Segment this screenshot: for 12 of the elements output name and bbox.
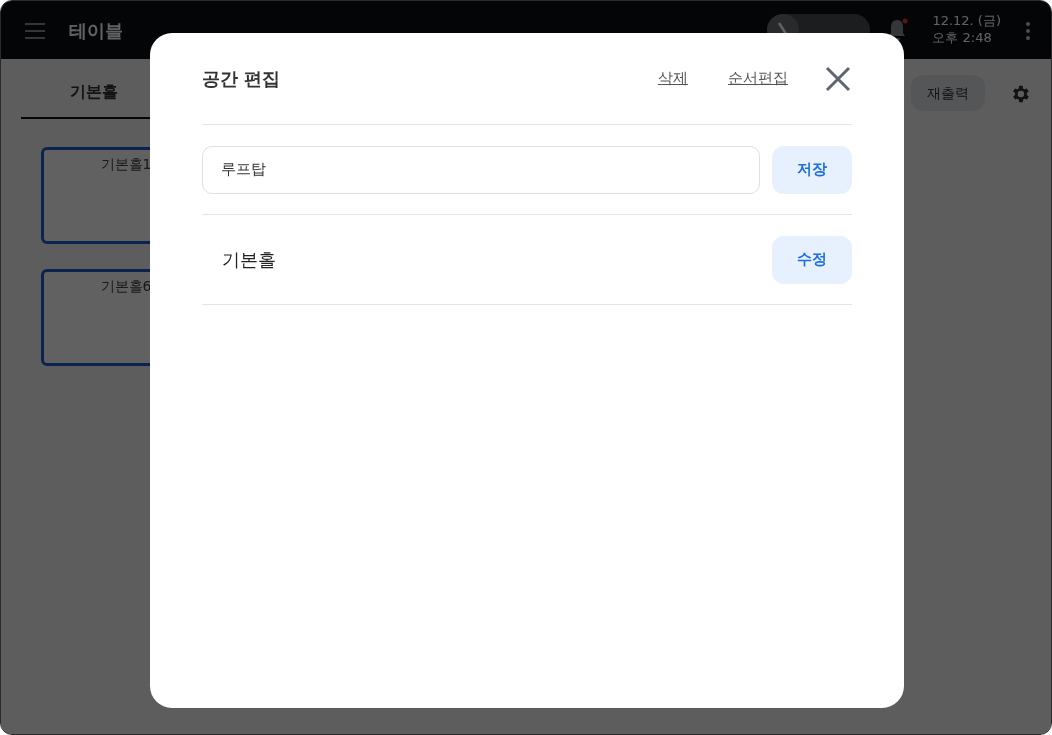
time-text: 오후 2:48 <box>932 30 993 47</box>
nav-tab[interactable]: 테이블 <box>69 15 123 45</box>
area-name-field[interactable]: 루프탑 <box>202 145 760 194</box>
area-name: 기본홀 <box>221 248 277 272</box>
edit-button[interactable]: 수정 <box>772 235 852 284</box>
close-icon[interactable] <box>824 64 852 93</box>
date-text: 12.12. (금) <box>932 13 1001 30</box>
action-link[interactable]: 삭제 <box>658 67 688 90</box>
modal-title: 공간 편집 <box>202 67 281 91</box>
save-button[interactable]: 저장 <box>772 145 852 194</box>
action-link[interactable]: 순서편집 <box>728 67 788 90</box>
reprint-button[interactable]: 재출력 <box>911 75 985 111</box>
